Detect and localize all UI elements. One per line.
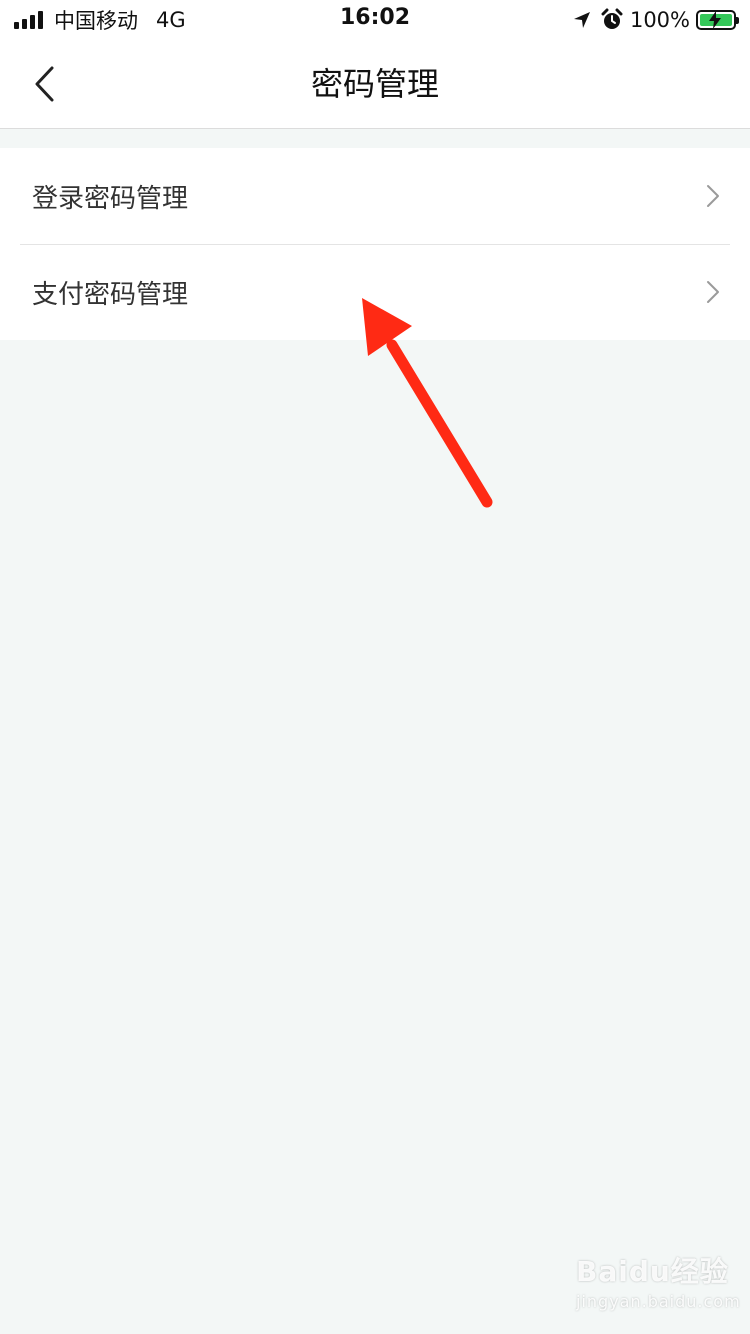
baidu-jingyan-watermark: Baidu经验 jingyan.baidu.com [576, 1250, 741, 1320]
watermark-url: jingyan.baidu.com [576, 1292, 741, 1311]
red-annotation-arrow-icon [362, 298, 493, 508]
watermark-logo: Baidu经验 [576, 1255, 729, 1288]
